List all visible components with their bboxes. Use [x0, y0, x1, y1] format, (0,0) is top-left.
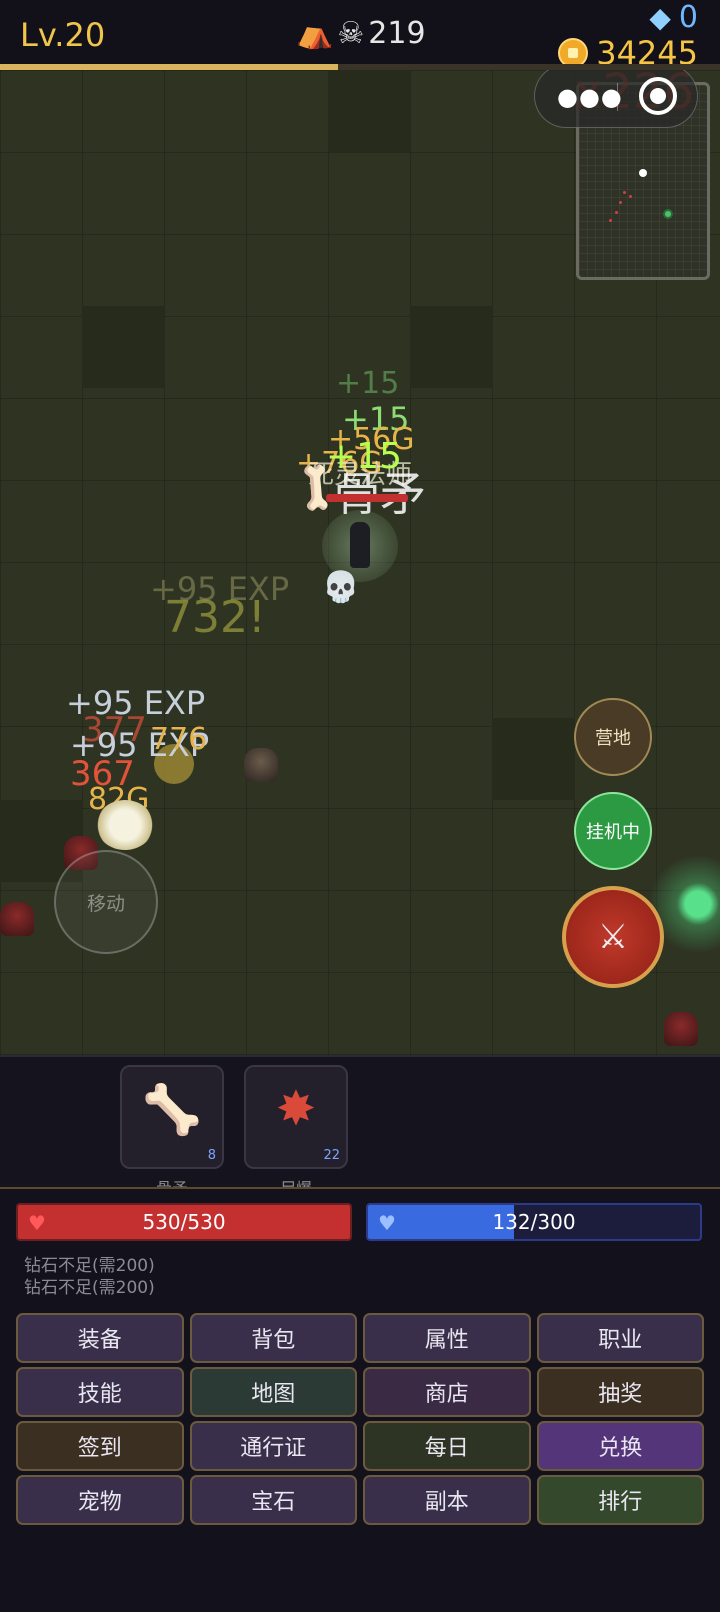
minimap-enemy-dot	[629, 195, 632, 198]
gold-gain-text: 776	[150, 722, 208, 757]
skull-crossbones-icon: ☠	[337, 16, 365, 51]
crit-damage-text: 732!	[164, 592, 266, 643]
bone-icon: 🦴	[142, 1082, 202, 1138]
skill-name: 尸爆	[246, 1175, 346, 1187]
diamond-icon: ◆	[649, 1, 671, 34]
hp-bar: ♥ 530/530	[16, 1203, 352, 1241]
menu-button[interactable]: 职业	[536, 1313, 704, 1363]
heal-text: +15	[336, 366, 400, 401]
skull-pickup-icon	[96, 800, 154, 850]
menu-button[interactable]: 属性	[363, 1313, 531, 1363]
mp-bar: ♥ 132/300	[366, 1203, 702, 1241]
floor-tile	[410, 306, 492, 388]
capsule-divider	[617, 83, 618, 111]
battle-field[interactable]: x226 ●●● +15 +15 +56G +76G 死灵法师 +15 骨矛 🦴…	[0, 70, 720, 1055]
more-menu-icon[interactable]: ●●●	[557, 83, 623, 111]
enemy-sprite	[664, 1012, 698, 1046]
menu-button[interactable]: 副本	[363, 1475, 531, 1525]
minimap-enemy-dot	[623, 191, 626, 194]
explosion-icon: ✸	[275, 1081, 317, 1137]
menu-button[interactable]: 背包	[189, 1313, 357, 1363]
kill-count: 219	[368, 16, 426, 51]
skill-bar: 🦴 8 骨矛 ✸ 22 尸爆	[0, 1055, 720, 1187]
minimap-enemy-dot	[615, 211, 618, 214]
main-menu-grid: 装备 背包 属性 职业技能 地图 商店 抽奖签到 通行证 每日 兑换宠物 宝石 副本 排行	[16, 1313, 704, 1525]
auto-battle-button[interactable]: 挂机中	[574, 792, 652, 870]
skill-name: 骨矛	[122, 1175, 222, 1187]
skill-level: 22	[323, 1148, 340, 1163]
minimap-enemy-dot	[619, 201, 622, 204]
skill-slot-corpse-explosion[interactable]: ✸ 22 尸爆	[244, 1065, 348, 1187]
system-message: 钻石不足(需200)	[24, 1278, 155, 1298]
crossed-swords-icon: ⚔	[597, 917, 629, 957]
menu-button[interactable]: 地图	[189, 1367, 357, 1417]
floor-tile	[82, 306, 164, 388]
camp-tent-icon: ⛺	[296, 16, 334, 51]
diamond-count: 0	[678, 0, 698, 35]
menu-button[interactable]: 签到	[16, 1421, 184, 1471]
enemy-hp-bar	[326, 494, 408, 502]
kill-counter: ⛺ ☠ 219	[296, 16, 426, 51]
status-panel: ♥ 530/530 ♥ 132/300 钻石不足(需200) 钻石不足(需200…	[0, 1187, 720, 1612]
diamond-counter: ◆ 0	[649, 0, 698, 35]
mp-value: 132/300	[492, 1210, 576, 1234]
skill-level: 8	[207, 1148, 216, 1163]
menu-button[interactable]: 商店	[363, 1367, 531, 1417]
attack-button[interactable]: ⚔	[562, 886, 664, 988]
menu-button[interactable]: 装备	[16, 1313, 184, 1363]
close-target-icon[interactable]	[639, 77, 677, 115]
menu-button[interactable]: 技能	[16, 1367, 184, 1417]
minimap-player-dot	[639, 169, 647, 177]
menu-button[interactable]: 兑换	[536, 1421, 704, 1471]
hp-value: 530/530	[142, 1210, 226, 1234]
minimap-portal-dot	[663, 209, 673, 219]
floor-tile	[492, 718, 574, 800]
player-level: Lv.20	[20, 16, 106, 54]
menu-button[interactable]: 排行	[536, 1475, 704, 1525]
top-hud: Lv.20 ⛺ ☠ 219 ◆ 0 34245	[0, 0, 720, 72]
mini-program-capsule[interactable]: ●●●	[534, 70, 698, 128]
skill-slot-bone-spear[interactable]: 🦴 8 骨矛	[120, 1065, 224, 1187]
menu-button[interactable]: 宠物	[16, 1475, 184, 1525]
enemy-sprite	[244, 748, 278, 782]
enemy-sprite	[0, 902, 34, 936]
necromancer-sprite	[350, 522, 370, 568]
skull-minion-icon: 💀	[322, 570, 360, 605]
minimap-enemy-dot	[609, 219, 612, 222]
menu-button[interactable]: 宝石	[189, 1475, 357, 1525]
menu-button[interactable]: 通行证	[189, 1421, 357, 1471]
menu-button[interactable]: 抽奖	[536, 1367, 704, 1417]
move-joystick[interactable]: 移动	[54, 850, 158, 954]
camp-button[interactable]: 营地	[574, 698, 652, 776]
floor-tile	[328, 70, 410, 152]
menu-button[interactable]: 每日	[363, 1421, 531, 1471]
